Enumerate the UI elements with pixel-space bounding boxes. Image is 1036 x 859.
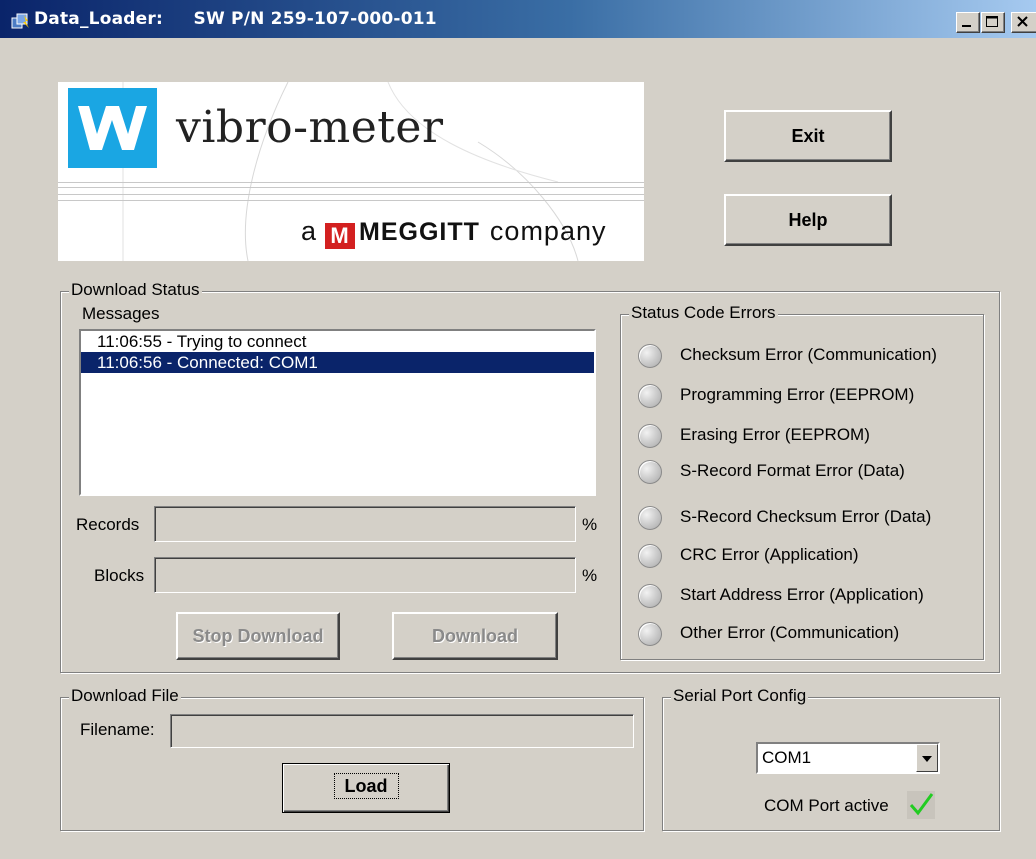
vibro-meter-mark: WM xyxy=(68,88,157,168)
status-code-errors-title: Status Code Errors xyxy=(629,303,778,323)
com-port-select[interactable]: COM1 xyxy=(756,742,940,774)
help-button[interactable]: Help xyxy=(724,194,892,246)
error-srecord-checksum-label: S-Record Checksum Error (Data) xyxy=(680,507,932,526)
checkmark-icon xyxy=(907,791,935,819)
blocks-progress xyxy=(154,557,576,593)
exit-button[interactable]: Exit xyxy=(724,110,892,162)
status-led-icon xyxy=(638,424,662,448)
filename-label: Filename: xyxy=(80,720,155,739)
stop-download-button[interactable]: Stop Download xyxy=(176,612,340,660)
load-button-label: Load xyxy=(333,773,399,799)
status-code-errors-group: Status Code Errors xyxy=(620,303,984,660)
error-programming-label: Programming Error (EEPROM) xyxy=(680,385,915,404)
minimize-button[interactable] xyxy=(956,12,980,33)
list-item[interactable]: 11:06:56 - Connected: COM1 xyxy=(81,352,594,373)
status-led-icon xyxy=(638,344,662,368)
error-start-address-label: Start Address Error (Application) xyxy=(680,585,924,604)
error-checksum-label: Checksum Error (Communication) xyxy=(680,345,937,364)
maximize-icon xyxy=(986,16,998,27)
chevron-down-icon xyxy=(922,756,932,762)
status-led-icon xyxy=(638,584,662,608)
error-srecord-format-label: S-Record Format Error (Data) xyxy=(680,461,905,480)
records-percent: % xyxy=(582,515,598,534)
meggitt-tagline: a M MEGGITT company xyxy=(301,216,607,249)
status-led-icon xyxy=(638,544,662,568)
list-item[interactable]: 11:06:55 - Trying to connect xyxy=(81,331,594,352)
com-port-value: COM1 xyxy=(762,748,812,767)
messages-list[interactable]: 11:06:55 - Trying to connect 11:06:56 - … xyxy=(79,329,596,496)
records-label: Records xyxy=(76,515,140,534)
window-title: Data_Loader: SW P/N 259-107-000-011 xyxy=(34,9,437,29)
error-erasing-label: Erasing Error (EEPROM) xyxy=(680,425,870,444)
download-status-title: Download Status xyxy=(69,280,202,300)
serial-port-config-title: Serial Port Config xyxy=(671,686,809,706)
close-button[interactable] xyxy=(1011,12,1036,33)
messages-label: Messages xyxy=(82,304,160,323)
status-led-icon xyxy=(638,384,662,408)
load-button[interactable]: Load xyxy=(282,763,450,813)
filename-field[interactable] xyxy=(170,714,634,748)
error-other-label: Other Error (Communication) xyxy=(680,623,900,642)
download-file-title: Download File xyxy=(69,686,181,706)
status-led-icon xyxy=(638,622,662,646)
minimize-icon xyxy=(962,25,971,27)
error-crc-label: CRC Error (Application) xyxy=(680,545,859,564)
app-icon xyxy=(11,13,29,29)
vibro-meter-wordmark: vibro-meter xyxy=(176,102,444,153)
records-progress xyxy=(154,506,576,542)
com-port-dropdown-button[interactable] xyxy=(916,744,938,772)
blocks-percent: % xyxy=(582,566,598,585)
download-button[interactable]: Download xyxy=(392,612,558,660)
maximize-button[interactable] xyxy=(981,12,1005,33)
close-icon xyxy=(1017,16,1028,27)
status-led-icon xyxy=(638,460,662,484)
meggitt-mark: M xyxy=(325,223,356,249)
title-bar: Data_Loader: SW P/N 259-107-000-011 xyxy=(0,0,1036,38)
blocks-label: Blocks xyxy=(94,566,145,585)
status-led-icon xyxy=(638,506,662,530)
vibro-meter-logo: WM vibro-meter aMMEGGITTcompany xyxy=(58,82,644,261)
com-port-active-label: COM Port active xyxy=(764,796,889,815)
